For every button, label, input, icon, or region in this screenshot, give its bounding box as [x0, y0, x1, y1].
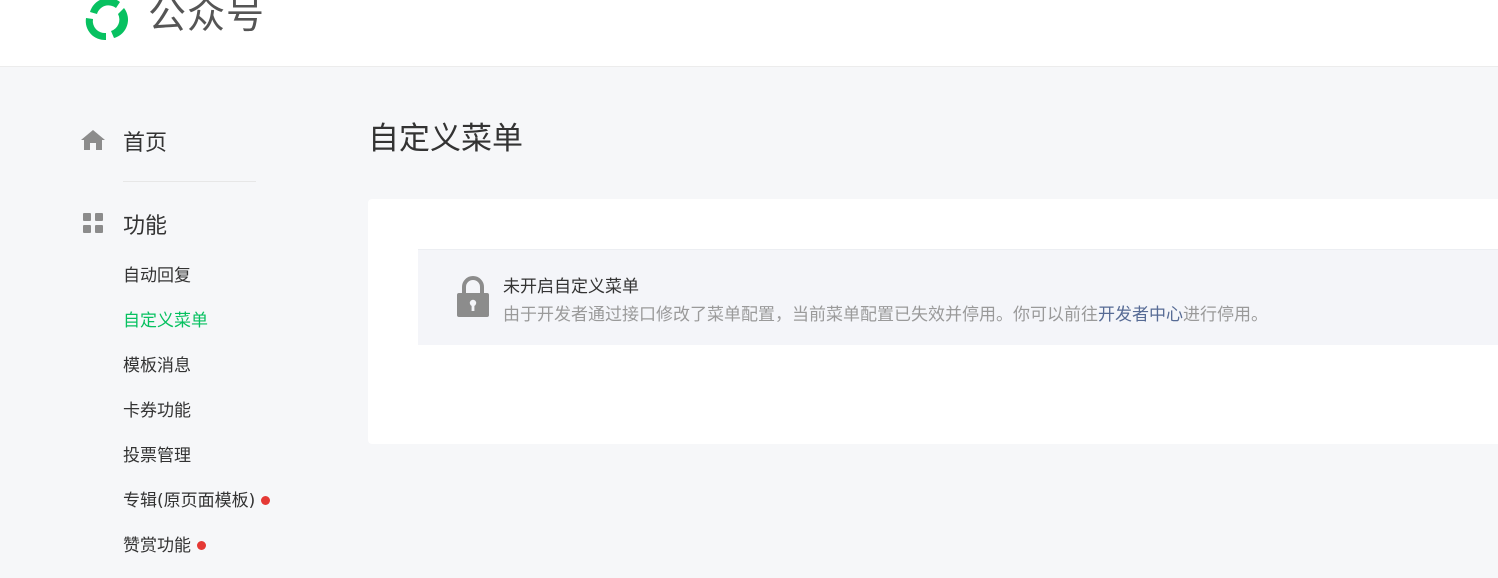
top-header: 公众号 [0, 0, 1498, 67]
lock-icon [457, 276, 489, 317]
content-card: 未开启自定义菜单 由于开发者通过接口修改了菜单配置，当前菜单配置已失效并停用。你… [368, 199, 1498, 444]
sidebar-item-label: 赞赏功能 [123, 536, 191, 556]
page-title: 自定义菜单 [368, 121, 523, 157]
sidebar-functions-label: 功能 [123, 214, 168, 239]
new-badge-dot [261, 496, 271, 505]
new-badge-dot [197, 541, 206, 550]
sidebar-item-template-message[interactable]: 模板消息 [123, 353, 270, 398]
brand-name: 公众号 [148, 0, 266, 37]
home-icon [81, 130, 105, 150]
sidebar-item-label: 专辑(原页面模板) [123, 491, 256, 511]
wechat-mp-logo-icon[interactable] [80, 0, 134, 44]
sidebar-item-auto-reply[interactable]: 自动回复 [123, 263, 270, 308]
sidebar-item-functions[interactable]: 功能 [80, 205, 300, 241]
sidebar-item-coupons[interactable]: 卡券功能 [123, 398, 270, 443]
notice-desc-after: 进行停用。 [1183, 305, 1268, 325]
sidebar-divider [123, 181, 256, 182]
sidebar-item-label: 自动回复 [123, 266, 191, 286]
grid-icon [83, 213, 103, 233]
notice-description: 由于开发者通过接口修改了菜单配置，当前菜单配置已失效并停用。你可以前往开发者中心… [503, 300, 1268, 325]
sidebar-item-album[interactable]: 专辑(原页面模板) [123, 488, 271, 533]
sidebar-item-custom-menu[interactable]: 自定义菜单 [123, 308, 270, 353]
developer-center-link[interactable]: 开发者中心 [1098, 305, 1183, 325]
sidebar-item-vote-management[interactable]: 投票管理 [123, 443, 270, 488]
sidebar-item-label: 模板消息 [123, 356, 191, 376]
notice-desc-before: 由于开发者通过接口修改了菜单配置，当前菜单配置已失效并停用。你可以前往 [503, 305, 1098, 325]
sidebar: 首页 功能 自动回复 自定义菜单 模板消息 卡券功能 投票管理 专辑(原页面模板… [0, 67, 330, 566]
menu-disabled-notice: 未开启自定义菜单 由于开发者通过接口修改了菜单配置，当前菜单配置已失效并停用。你… [418, 249, 1498, 345]
sidebar-home-label: 首页 [123, 131, 168, 156]
sidebar-item-label: 自定义菜单 [123, 311, 208, 331]
sidebar-item-reward[interactable]: 赞赏功能 [123, 533, 270, 578]
sidebar-item-home[interactable]: 首页 [80, 122, 300, 158]
sidebar-item-label: 投票管理 [123, 446, 191, 466]
notice-title: 未开启自定义菜单 [503, 277, 639, 297]
sidebar-item-label: 卡券功能 [123, 401, 191, 421]
sidebar-submenu: 自动回复 自定义菜单 模板消息 卡券功能 投票管理 专辑(原页面模板) 赞赏功能 [123, 263, 271, 578]
